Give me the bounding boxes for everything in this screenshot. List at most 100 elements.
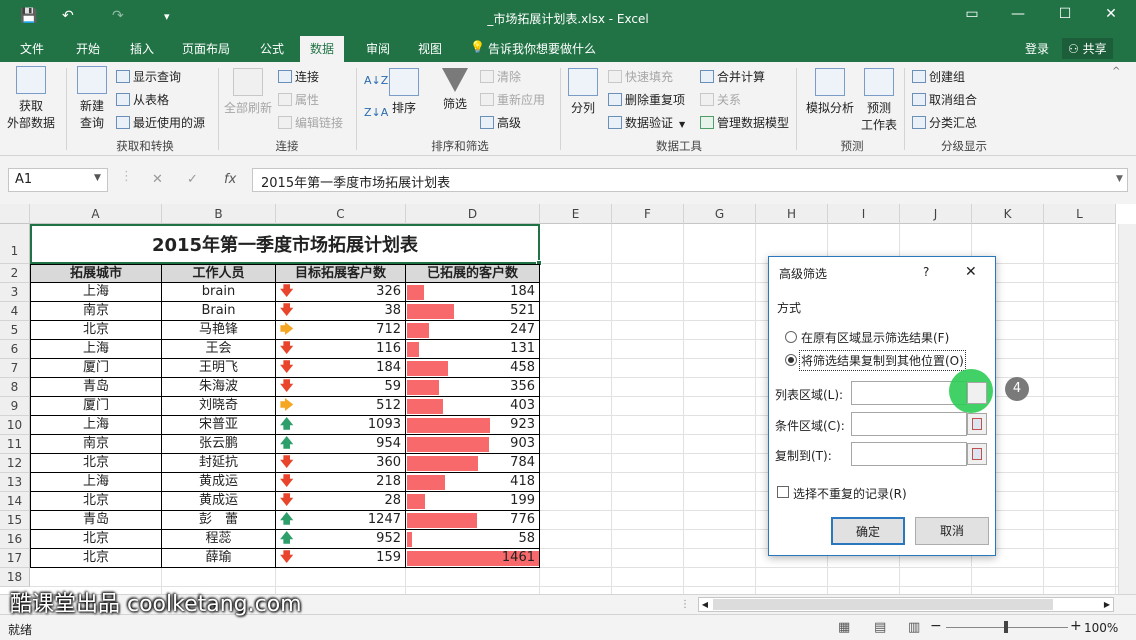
- expand-formula-icon[interactable]: ▼: [1116, 174, 1123, 184]
- done-cell[interactable]: 184: [406, 283, 540, 302]
- criteria-range-input[interactable]: [851, 412, 967, 436]
- share-button[interactable]: ⚇ 共享: [1062, 38, 1113, 59]
- collapse-ribbon-icon[interactable]: ^: [1112, 66, 1120, 77]
- cancel-icon[interactable]: ✕: [152, 172, 163, 187]
- done-cell[interactable]: 418: [406, 473, 540, 492]
- person-cell[interactable]: 黄成运: [162, 492, 276, 511]
- done-cell[interactable]: 247: [406, 321, 540, 340]
- done-cell[interactable]: 131: [406, 340, 540, 359]
- row-header-10[interactable]: 10: [0, 416, 30, 435]
- person-cell[interactable]: Brain: [162, 302, 276, 321]
- tab-view[interactable]: 视图: [418, 40, 442, 57]
- advanced-filter-button[interactable]: 高级: [480, 114, 521, 131]
- tab-home[interactable]: 开始: [76, 40, 100, 57]
- tab-page-layout[interactable]: 页面布局: [182, 40, 230, 57]
- target-cell[interactable]: 218: [276, 473, 406, 492]
- target-cell[interactable]: 1247: [276, 511, 406, 530]
- properties-button[interactable]: 属性: [278, 91, 319, 108]
- ok-button[interactable]: 确定: [831, 517, 905, 545]
- get-external-data-button[interactable]: 获取 外部数据: [6, 66, 56, 131]
- list-range-collapse-button[interactable]: [967, 382, 987, 404]
- copy-to-collapse-button[interactable]: [967, 443, 987, 465]
- done-cell[interactable]: 356: [406, 378, 540, 397]
- target-cell[interactable]: 712: [276, 321, 406, 340]
- tab-review[interactable]: 审阅: [366, 40, 390, 57]
- normal-view-icon[interactable]: ▦: [838, 620, 850, 635]
- target-cell[interactable]: 28: [276, 492, 406, 511]
- column-header-e[interactable]: E: [540, 204, 612, 224]
- column-header-a[interactable]: A: [30, 204, 162, 224]
- column-header-c[interactable]: C: [276, 204, 406, 224]
- zoom-out-button[interactable]: −: [930, 618, 942, 634]
- city-cell[interactable]: 北京: [30, 530, 162, 549]
- target-cell[interactable]: 116: [276, 340, 406, 359]
- text-to-columns-button[interactable]: 分列: [566, 68, 600, 116]
- target-cell[interactable]: 38: [276, 302, 406, 321]
- row-header-7[interactable]: 7: [0, 359, 30, 378]
- connections-button[interactable]: 连接: [278, 68, 319, 85]
- insert-function-icon[interactable]: fx: [224, 172, 236, 187]
- city-cell[interactable]: 青岛: [30, 378, 162, 397]
- person-cell[interactable]: 程蕊: [162, 530, 276, 549]
- zoom-in-button[interactable]: +: [1070, 618, 1082, 634]
- relationships-button[interactable]: 关系: [700, 91, 741, 108]
- data-validation-button[interactable]: 数据验证 ▼: [608, 114, 685, 131]
- person-cell[interactable]: 刘晓奇: [162, 397, 276, 416]
- zoom-level[interactable]: 100%: [1084, 621, 1118, 635]
- done-cell[interactable]: 521: [406, 302, 540, 321]
- person-cell[interactable]: brain: [162, 283, 276, 302]
- column-header-g[interactable]: G: [684, 204, 756, 224]
- row-header-15[interactable]: 15: [0, 511, 30, 530]
- column-header-f[interactable]: F: [612, 204, 684, 224]
- consolidate-button[interactable]: 合并计算: [700, 68, 765, 85]
- target-cell[interactable]: 184: [276, 359, 406, 378]
- row-header-9[interactable]: 9: [0, 397, 30, 416]
- tell-me-box[interactable]: 告诉我你想要做什么: [488, 40, 596, 57]
- city-cell[interactable]: 上海: [30, 340, 162, 359]
- person-cell[interactable]: 封延抗: [162, 454, 276, 473]
- table-title[interactable]: 2015年第一季度市场拓展计划表: [30, 224, 540, 264]
- done-cell[interactable]: 199: [406, 492, 540, 511]
- target-cell[interactable]: 326: [276, 283, 406, 302]
- target-cell[interactable]: 1093: [276, 416, 406, 435]
- person-cell[interactable]: 黄成运: [162, 473, 276, 492]
- done-cell[interactable]: 923: [406, 416, 540, 435]
- row-header-18[interactable]: 18: [0, 568, 30, 587]
- row-header-17[interactable]: 17: [0, 549, 30, 568]
- row-header-11[interactable]: 11: [0, 435, 30, 454]
- person-cell[interactable]: 王会: [162, 340, 276, 359]
- page-layout-view-icon[interactable]: ▤: [874, 620, 886, 635]
- target-cell[interactable]: 512: [276, 397, 406, 416]
- done-cell[interactable]: 58: [406, 530, 540, 549]
- subtotal-button[interactable]: 分类汇总: [912, 114, 977, 131]
- column-header-k[interactable]: K: [972, 204, 1044, 224]
- name-box[interactable]: A1: [8, 168, 108, 192]
- show-queries-button[interactable]: 显示查询: [116, 68, 181, 85]
- row-header-6[interactable]: 6: [0, 340, 30, 359]
- filter-button[interactable]: 筛选: [438, 68, 472, 112]
- zoom-slider-thumb[interactable]: [1004, 621, 1008, 633]
- target-cell[interactable]: 954: [276, 435, 406, 454]
- recent-sources-button[interactable]: 最近使用的源: [116, 114, 205, 131]
- remove-duplicates-button[interactable]: 删除重复项: [608, 91, 685, 108]
- city-cell[interactable]: 南京: [30, 435, 162, 454]
- sign-in-link[interactable]: 登录: [1025, 40, 1049, 57]
- edit-links-button[interactable]: 编辑链接: [278, 114, 343, 131]
- city-cell[interactable]: 上海: [30, 283, 162, 302]
- row-header-13[interactable]: 13: [0, 473, 30, 492]
- tab-insert[interactable]: 插入: [130, 40, 154, 57]
- copy-to-input[interactable]: [851, 442, 967, 466]
- person-cell[interactable]: 朱海波: [162, 378, 276, 397]
- row-header-4[interactable]: 4: [0, 302, 30, 321]
- close-button[interactable]: ✕: [1096, 6, 1126, 22]
- sort-az-icon[interactable]: A↓Z: [364, 74, 388, 87]
- row-header-14[interactable]: 14: [0, 492, 30, 511]
- target-cell[interactable]: 59: [276, 378, 406, 397]
- sort-button[interactable]: 排序: [388, 68, 420, 116]
- person-cell[interactable]: 马艳锋: [162, 321, 276, 340]
- group-button[interactable]: 创建组: [912, 68, 965, 85]
- target-cell[interactable]: 360: [276, 454, 406, 473]
- scroll-right-icon[interactable]: ▶: [1101, 598, 1113, 611]
- done-cell[interactable]: 458: [406, 359, 540, 378]
- row-header-1[interactable]: 1: [0, 224, 30, 264]
